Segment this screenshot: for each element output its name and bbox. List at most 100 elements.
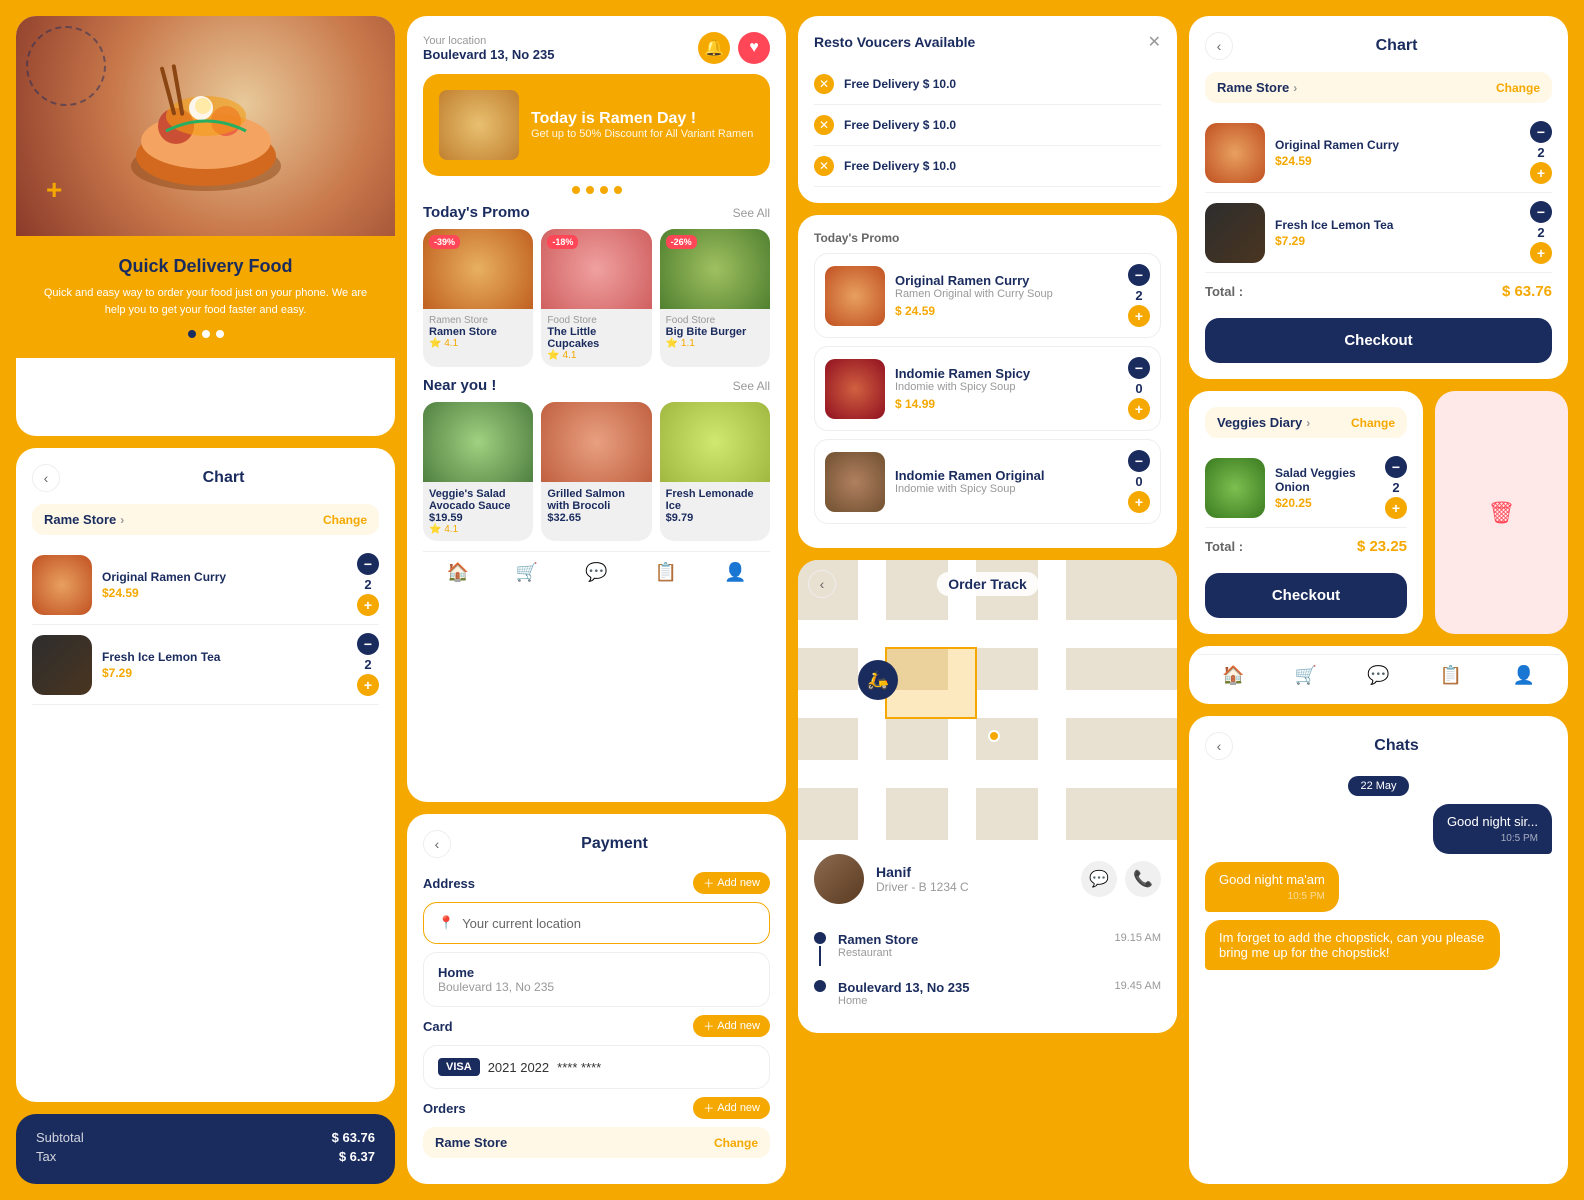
qty-minus-1[interactable]: − [357,553,379,575]
orders-change-btn[interactable]: Change [714,1136,758,1150]
food-info-cupcake: Food Store The Little Cupcakes ⭐ 4.1 [541,309,651,367]
voucher-item-1: ✕ Free Delivery $ 10.0 [814,64,1161,105]
chart-right-minus-2[interactable]: − [1530,201,1552,223]
home-address-input[interactable]: Home Boulevard 13, No 235 [423,952,770,1007]
qty-minus-2[interactable]: − [357,633,379,655]
promo-dot-2 [586,186,594,194]
nav4-home[interactable]: 🏠 [1222,665,1244,686]
chart-total-row: Total : $ 63.76 [1205,273,1552,310]
chart-right-minus-1[interactable]: − [1530,121,1552,143]
menu-item-2: Indomie Ramen Spicy Indomie with Spicy S… [814,346,1161,431]
veggies-qty-num: 2 [1392,480,1399,495]
veggies-item: Salad Veggies Onion $20.25 − 2 + [1205,448,1407,528]
step-dest: Boulevard 13, No 235 Home 19.45 AM [814,980,1161,1007]
menu-plus-1[interactable]: + [1128,305,1150,327]
chart-checkout-btn[interactable]: Checkout [1205,318,1552,363]
nav-chat[interactable]: 💬 [585,562,607,583]
menu-item-3: Indomie Ramen Original Indomie with Spic… [814,439,1161,524]
veggies-checkout-btn[interactable]: Checkout [1205,573,1407,618]
chart-header-right: ‹ Chart [1205,32,1552,60]
column-4: ‹ Chart Rame Store › Change Original Ram… [1189,16,1568,1184]
heart-icon[interactable]: ♥ [738,32,770,64]
cart-item-price-2: $7.29 [102,666,347,680]
menu-name-1: Original Ramen Curry [895,273,1118,288]
ramen-badge: -39% [429,235,460,249]
near-you-see-all[interactable]: See All [733,379,770,393]
veggies-change-btn[interactable]: Change [1351,416,1395,430]
nav-home[interactable]: 🏠 [446,562,468,583]
veggies-minus[interactable]: − [1385,456,1407,478]
chart-right-plus-1[interactable]: + [1530,162,1552,184]
nav4-cart[interactable]: 🛒 [1295,665,1317,686]
nav-profile[interactable]: 👤 [724,562,746,583]
nav4-profile[interactable]: 👤 [1512,665,1534,686]
orders-label: Orders [423,1101,466,1116]
chart-back-btn-right[interactable]: ‹ [1205,32,1233,60]
menu-plus-2[interactable]: + [1128,398,1150,420]
promo-dot-1 [572,186,580,194]
qty-plus-1[interactable]: + [357,594,379,616]
food-bowl-svg [116,46,296,206]
food-info-salad: Veggie's Salad Avocado Sauce $19.59 ⭐ 4.… [423,482,533,541]
menu-qty-ctrl-3: − 0 + [1128,450,1150,513]
food-thumb-ramen[interactable]: -39% Ramen Store Ramen Store ⭐ 4.1 [423,229,533,367]
orders-add-new[interactable]: ＋ Add new [693,1097,770,1119]
driver-avatar [814,854,864,904]
splash-text-area: Quick Delivery Food Quick and easy way t… [16,236,395,358]
food-price-salad: $19.59 [429,512,527,524]
card-add-new[interactable]: ＋ Add new [693,1015,770,1037]
bell-icon[interactable]: 🔔 [698,32,730,64]
nav4-orders[interactable]: 📋 [1440,665,1462,686]
store-name-right: Rame Store › [1217,80,1297,95]
tea-image [32,635,92,695]
chart-card-right: ‹ Chart Rame Store › Change Original Ram… [1189,16,1568,379]
card-number: **** **** [557,1060,601,1075]
chats-back-btn[interactable]: ‹ [1205,732,1233,760]
address-add-new[interactable]: ＋ Add new [693,872,770,894]
tax-label: Tax [36,1149,56,1164]
menu-minus-2[interactable]: − [1128,357,1150,379]
qty-plus-2[interactable]: + [357,674,379,696]
cart-item-name-1: Original Ramen Curry [102,570,347,584]
menu-minus-1[interactable]: − [1128,264,1150,286]
chart-title-col1: Chart [68,469,379,487]
driver-name: Hanif [876,864,1069,880]
near-you-title: Near you ! [423,377,496,394]
current-location-input[interactable]: 📍 Your current location [423,902,770,944]
nav4-chat[interactable]: 💬 [1367,665,1389,686]
food-thumb-burger[interactable]: -26% Food Store Big Bite Burger ⭐ 1.1 [660,229,770,367]
todays-promo-see-all[interactable]: See All [733,206,770,220]
card-field[interactable]: VISA 2021 2022 **** **** [423,1045,770,1089]
food-thumb-salad[interactable]: Veggie's Salad Avocado Sauce $19.59 ⭐ 4.… [423,402,533,541]
store-change-btn-right[interactable]: Change [1496,81,1540,95]
veggies-plus[interactable]: + [1385,497,1407,519]
menu-qty-3: 0 [1135,474,1142,489]
payment-header: ‹ Payment [423,830,770,858]
chart-right-price-2: $7.29 [1275,234,1520,248]
splash-title: Quick Delivery Food [36,256,375,277]
step-dest-time: 19.45 AM [1115,980,1161,992]
driver-info: Hanif Driver - B 1234 C [876,864,1069,894]
order-back-btn[interactable]: ‹ [808,570,836,598]
store-change-btn[interactable]: Change [323,513,367,527]
driver-actions: 💬 📞 [1081,861,1161,897]
chat-action-btn[interactable]: 💬 [1081,861,1117,897]
menu-minus-3[interactable]: − [1128,450,1150,472]
menu-plus-3[interactable]: + [1128,491,1150,513]
qty-ctrl-1: − 2 + [357,553,379,616]
splash-subtitle: Quick and easy way to order your food ju… [36,285,375,318]
delete-icon[interactable]: 🗑 [1488,500,1516,526]
nav-orders[interactable]: 📋 [655,562,677,583]
salmon-thumb-img [541,402,651,482]
payment-back-button[interactable]: ‹ [423,830,451,858]
subtotal-row: Subtotal $ 63.76 [36,1130,375,1145]
call-action-btn[interactable]: 📞 [1125,861,1161,897]
food-thumb-salmon[interactable]: Grilled Salmon with Brocoli $32.65 [541,402,651,541]
nav-cart[interactable]: 🛒 [516,562,538,583]
ramen-curry-img [825,266,885,326]
voucher-close[interactable]: ✕ [1148,32,1161,52]
chart-right-plus-2[interactable]: + [1530,242,1552,264]
food-thumb-lemonade[interactable]: Fresh Lemonade Ice $9.79 [660,402,770,541]
chart-back-button[interactable]: ‹ [32,464,60,492]
food-thumb-cupcake[interactable]: -18% Food Store The Little Cupcakes ⭐ 4.… [541,229,651,367]
